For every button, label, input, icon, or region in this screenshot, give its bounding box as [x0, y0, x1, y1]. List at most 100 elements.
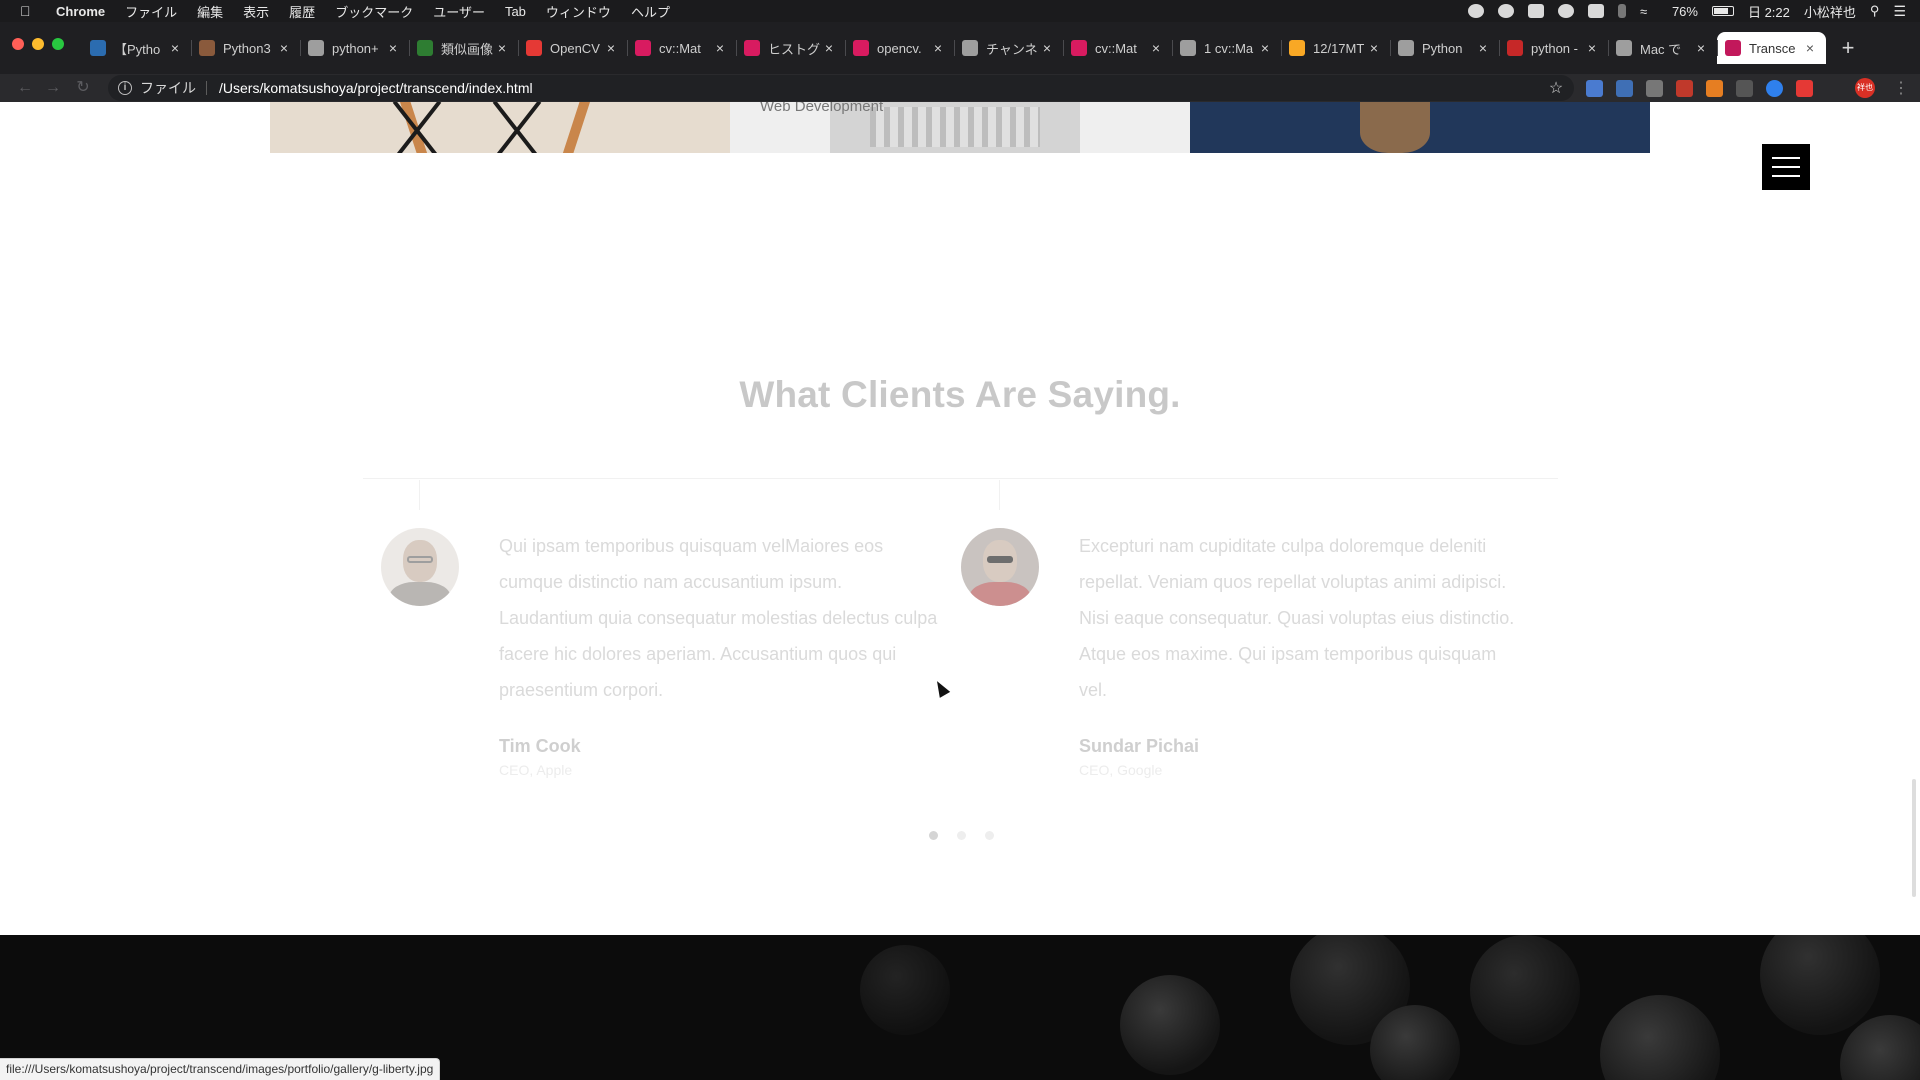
tab-close-icon[interactable]: ×	[385, 40, 401, 56]
testimonial-author: Tim Cook	[499, 736, 581, 756]
selenium-extension-icon[interactable]	[1736, 80, 1753, 97]
dropbox-icon[interactable]	[1527, 4, 1544, 18]
maximize-window-button[interactable]	[52, 38, 64, 50]
browser-tab[interactable]: 【Pytho ×	[82, 32, 191, 64]
tab-title: cv::Mat	[659, 40, 701, 56]
bookmark-star-icon[interactable]: ☆	[1546, 78, 1566, 98]
hamburger-menu-button[interactable]	[1762, 144, 1810, 190]
browser-tab[interactable]: 1 cv::Ma ×	[1172, 32, 1281, 64]
tab-favicon-icon	[1398, 40, 1414, 56]
record-icon[interactable]	[1467, 4, 1484, 18]
gallery-image-building[interactable]: Web Development	[730, 102, 1190, 153]
tab-favicon-icon	[1071, 40, 1087, 56]
browser-tab[interactable]: 12/17MT ×	[1281, 32, 1390, 64]
tab-close-icon[interactable]: ×	[494, 40, 510, 56]
spotlight-icon[interactable]: ⚲	[1870, 3, 1880, 19]
creative-cloud-icon[interactable]	[1557, 4, 1574, 18]
back-icon[interactable]: ←	[16, 79, 34, 97]
tab-close-icon[interactable]: ×	[1039, 40, 1055, 56]
new-tab-button[interactable]: +	[1832, 32, 1864, 64]
carousel-dot[interactable]	[957, 831, 966, 840]
screenshot-extension-icon[interactable]	[1646, 80, 1663, 97]
browser-tab[interactable]: python - ×	[1499, 32, 1608, 64]
browser-tab[interactable]: Python3 ×	[191, 32, 300, 64]
testimonial-quote: Excepturi nam cupiditate culpa doloremqu…	[1079, 536, 1515, 700]
browser-tab[interactable]: Python ×	[1390, 32, 1499, 64]
browser-tab[interactable]: ヒストグ ×	[736, 32, 845, 64]
bluetooth-icon[interactable]	[1617, 4, 1626, 18]
url-text[interactable]: /Users/komatsushoya/project/transcend/in…	[219, 80, 1546, 96]
tab-close-icon[interactable]: ×	[603, 40, 619, 56]
translate-extension-icon[interactable]	[1586, 80, 1603, 97]
tab-close-icon[interactable]: ×	[1257, 40, 1273, 56]
avatar	[381, 528, 459, 606]
browser-tab[interactable]: OpenCV ×	[518, 32, 627, 64]
forward-icon[interactable]: →	[44, 79, 62, 97]
portfolio-gallery: Web Development	[270, 102, 1650, 153]
clock[interactable]: 日 2:22	[1748, 2, 1790, 21]
browser-tab[interactable]: cv::Mat ×	[1063, 32, 1172, 64]
off-extension-icon[interactable]	[1676, 80, 1693, 97]
tab-close-icon[interactable]: ×	[276, 40, 292, 56]
testimonial-quote: Qui ipsam temporibus quisquam velMaiores…	[499, 536, 938, 700]
tab-close-icon[interactable]: ×	[1693, 40, 1709, 56]
battery-percent: 76%	[1671, 3, 1698, 19]
close-window-button[interactable]	[12, 38, 24, 50]
gallery-image-person[interactable]	[1190, 102, 1650, 153]
profile-avatar-icon[interactable]: 祥也	[1855, 78, 1875, 98]
apple-menu-icon[interactable]: 	[20, 3, 38, 19]
notification-center-icon[interactable]: ☰	[1893, 3, 1906, 20]
status-area: ≈ 76% 日 2:22 小松祥也 ⚲ ☰	[1467, 0, 1906, 22]
metamask-extension-icon[interactable]	[1706, 80, 1723, 97]
address-bar[interactable]: i ファイル /Users/komatsushoya/project/trans…	[108, 75, 1574, 101]
browser-tab[interactable]: チャンネ ×	[954, 32, 1063, 64]
browser-tab[interactable]: python+ ×	[300, 32, 409, 64]
tab-close-icon[interactable]: ×	[821, 40, 837, 56]
menu-window[interactable]: ウィンドウ	[546, 2, 611, 21]
tab-close-icon[interactable]: ×	[1366, 40, 1382, 56]
menu-tab[interactable]: Tab	[505, 4, 526, 19]
window-controls	[12, 38, 64, 50]
menu-view[interactable]: 表示	[243, 2, 269, 21]
menu-help[interactable]: ヘルプ	[631, 2, 670, 21]
reload-icon[interactable]: ↻	[74, 79, 92, 97]
tab-close-icon[interactable]: ×	[1584, 40, 1600, 56]
tab-close-icon[interactable]: ×	[167, 40, 183, 56]
tab-close-icon[interactable]: ×	[1148, 40, 1164, 56]
tab-favicon-icon	[1725, 40, 1741, 56]
battery-icon[interactable]	[1711, 6, 1734, 16]
chrome-menu-icon[interactable]: ⋮	[1893, 78, 1909, 98]
grammarly-icon[interactable]	[1497, 4, 1514, 18]
browser-tab[interactable]: Mac で ×	[1608, 32, 1717, 64]
tab-favicon-icon	[1180, 40, 1196, 56]
network-extension-icon[interactable]	[1766, 80, 1783, 97]
tab-close-icon[interactable]: ×	[1475, 40, 1491, 56]
gallery-image-chair[interactable]	[270, 102, 730, 153]
youtube-extension-icon[interactable]	[1796, 80, 1813, 97]
wifi-icon[interactable]: ≈	[1640, 4, 1658, 19]
menu-bookmarks[interactable]: ブックマーク	[335, 2, 413, 21]
tab-close-icon[interactable]: ×	[1802, 40, 1818, 56]
menu-chrome[interactable]: Chrome	[56, 4, 105, 19]
dictionary-extension-icon[interactable]	[1616, 80, 1633, 97]
menu-file[interactable]: ファイル	[125, 2, 177, 21]
menu-edit[interactable]: 編集	[197, 2, 223, 21]
tab-title: 【Pytho	[114, 41, 161, 57]
carousel-dot[interactable]	[929, 831, 938, 840]
menu-user[interactable]: ユーザー	[433, 2, 485, 21]
tab-close-icon[interactable]: ×	[930, 40, 946, 56]
browser-tab[interactable]: 類似画像 ×	[409, 32, 518, 64]
browser-tab[interactable]: cv::Mat ×	[627, 32, 736, 64]
browser-tab[interactable]: Transce ×	[1717, 32, 1826, 64]
section-title: What Clients Are Saying.	[739, 374, 1181, 415]
browser-tab[interactable]: opencv. ×	[845, 32, 954, 64]
minimize-window-button[interactable]	[32, 38, 44, 50]
scrollbar-thumb[interactable]	[1912, 779, 1916, 897]
tab-close-icon[interactable]: ×	[712, 40, 728, 56]
carousel-dot[interactable]	[985, 831, 994, 840]
input-method-icon[interactable]	[1587, 4, 1604, 18]
site-info-icon[interactable]: i	[118, 81, 132, 95]
tab-favicon-icon	[744, 40, 760, 56]
user-name[interactable]: 小松祥也	[1804, 2, 1856, 21]
menu-history[interactable]: 履歴	[289, 2, 315, 21]
